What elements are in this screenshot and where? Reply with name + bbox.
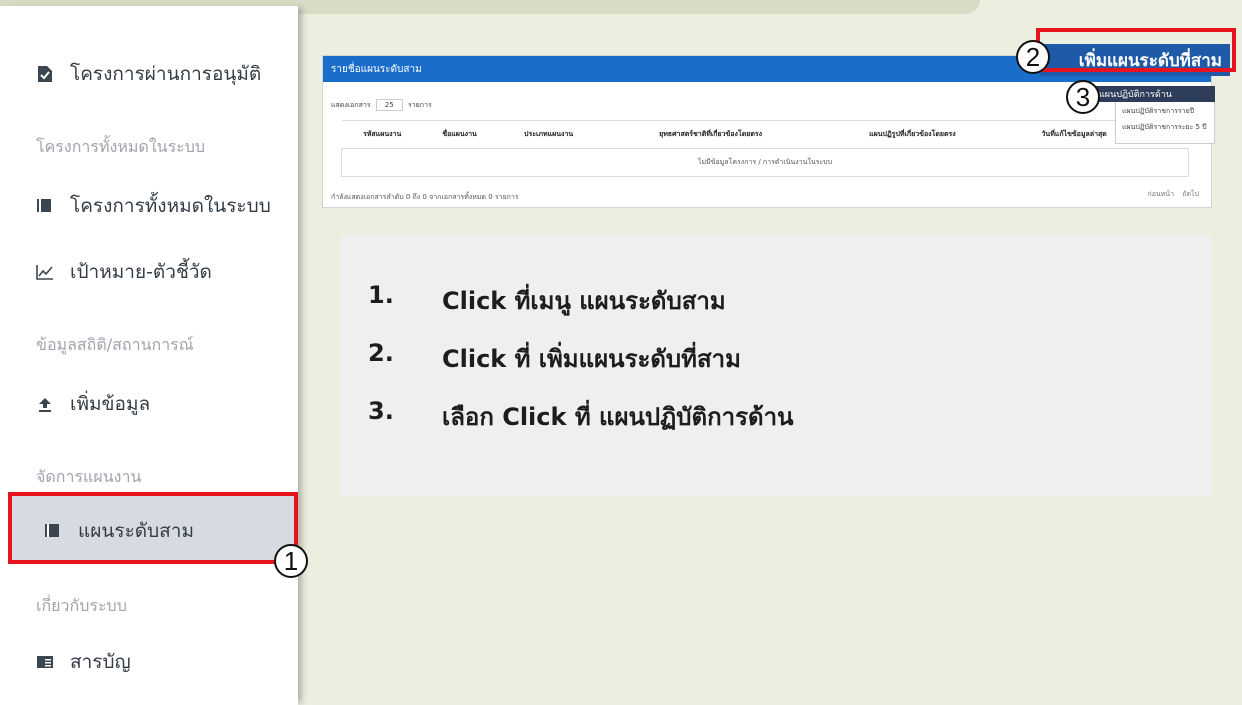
length-suffix: รายการ [407,101,432,109]
instructions-panel: 1. Click ที่เมนู แผนระดับสาม 2. Click ที… [340,235,1212,497]
sidebar-item-add-data[interactable]: เพิ่มข้อมูล [36,384,150,424]
step-badge-3: 3 [1066,80,1100,114]
pagination: ก่อนหน้า ถัดไป [1147,189,1199,200]
column-header[interactable]: ชื่อแผนงาน [422,120,497,149]
instruction-text: เลือก Click ที่ แผนปฏิบัติการด้าน [442,403,794,431]
page-length-control: แสดงเอกสาร 25 รายการ [331,99,432,111]
sidebar-item-all-projects[interactable]: โครงการทั้งหมดในระบบ [36,186,271,226]
table-header-row: รหัสแผนงาน ชื่อแผนงาน ประเภทแผนงาน ยุทธศ… [341,120,1189,149]
empty-table-message: ไม่มีข้อมูลโครงการ / การดำเนินงานในระบบ [341,148,1189,177]
document-check-icon [36,65,54,83]
dropdown-item[interactable]: แผนปฏิบัติราชการรายปี [1116,103,1214,119]
list-icon [36,653,54,671]
sidebar-section-header: จัดการแผนงาน [36,467,142,486]
table-info-text: กำลังแสดงเอกสารลำดับ 0 ถึง 0 จากเอกสารทั… [331,193,519,201]
pagination-next[interactable]: ถัดไป [1182,190,1199,198]
line-chart-icon [36,263,54,281]
sidebar-item-label: สารบัญ [70,651,131,673]
length-select[interactable]: 25 [375,99,403,111]
sidebar-item-kpi[interactable]: เป้าหมาย-ตัวชี้วัด [36,252,212,292]
column-header[interactable]: ยุทธศาสตร์ชาติที่เกี่ยวข้องโดยตรง [600,120,821,149]
instruction-number: 2. [368,339,394,367]
length-prefix: แสดงเอกสาร [331,101,371,109]
pagination-prev[interactable]: ก่อนหน้า [1147,190,1174,198]
step-badge-1: 1 [274,544,308,578]
sidebar-item-label: โครงการผ่านการอนุมัติ [70,63,262,85]
sidebar-item-label: โครงการทั้งหมดในระบบ [70,195,271,217]
sidebar-item-approved-projects[interactable]: โครงการผ่านการอนุมัติ [36,54,261,94]
sidebar-section-header: เกี่ยวกับระบบ [36,596,127,615]
table-row: ไม่มีข้อมูลโครงการ / การดำเนินงานในระบบ [341,148,1189,177]
book-icon [36,197,54,215]
plan-list-panel: รายชื่อแผนระดับสาม แสดงเอกสาร 25 รายการ … [322,55,1212,208]
instruction-step: 2. Click ที่ เพิ่มแผนระดับที่สาม [368,339,741,378]
sidebar-section-header: ข้อมูลสถิติ/สถานการณ์ [36,335,194,354]
column-header[interactable]: ประเภทแผนงาน [496,120,601,149]
dropdown-item[interactable]: แผนปฏิบัติราชการระยะ 5 ปี [1116,119,1214,135]
instruction-number: 3. [368,397,394,425]
highlight-box-step-1 [8,492,298,564]
sidebar-item-contents[interactable]: สารบัญ [36,642,131,682]
highlight-box-step-2 [1036,28,1236,72]
upload-icon [36,395,54,413]
sidebar-section-header: โครงการทั้งหมดในระบบ [36,137,206,156]
instruction-text: Click ที่เมนู แผนระดับสาม [442,287,726,315]
instruction-text: Click ที่ เพิ่มแผนระดับที่สาม [442,345,741,373]
column-header[interactable]: รหัสแผนงาน [341,120,423,149]
instruction-step: 1. Click ที่เมนู แผนระดับสาม [368,281,726,320]
sidebar-item-label: เป้าหมาย-ตัวชี้วัด [70,261,212,283]
instruction-step: 3. เลือก Click ที่ แผนปฏิบัติการด้าน [368,397,793,436]
dropdown-item-action-plan[interactable]: แผนปฏิบัติการด้าน [1093,86,1215,102]
instruction-number: 1. [368,281,394,309]
column-header[interactable]: แผนปฏิรูปที่เกี่ยวข้องโดยตรง [820,120,1005,149]
sidebar-item-label: เพิ่มข้อมูล [70,393,151,415]
plans-table: รหัสแผนงาน ชื่อแผนงาน ประเภทแผนงาน ยุทธศ… [341,120,1189,177]
step-badge-2: 2 [1016,40,1050,74]
